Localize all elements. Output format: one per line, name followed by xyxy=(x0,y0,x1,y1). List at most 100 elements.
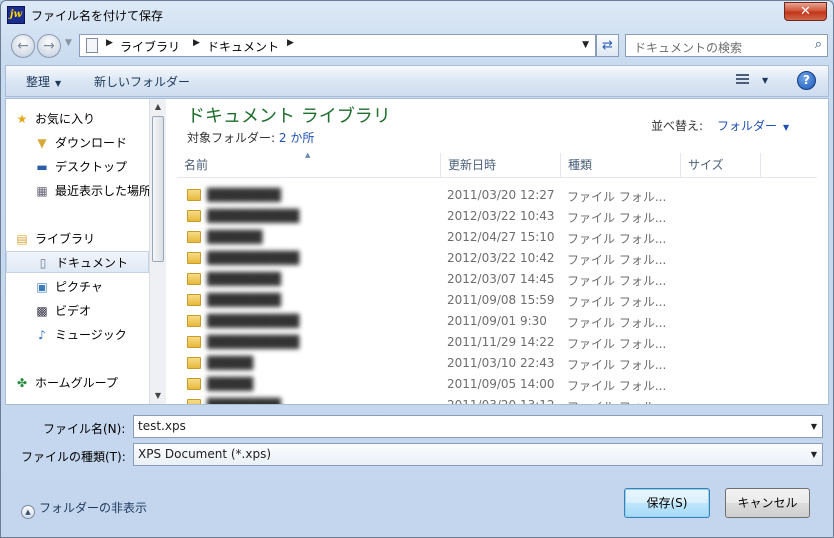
nav-item-label: ライブラリ xyxy=(35,232,96,246)
locations-link[interactable]: 2 か所 xyxy=(279,131,314,145)
refresh-button[interactable]: ⇄ xyxy=(596,34,619,57)
scroll-down-icon[interactable]: ▼ xyxy=(150,388,166,404)
close-button[interactable]: ✕ xyxy=(784,2,827,21)
folder-icon xyxy=(187,273,201,285)
file-type: ファイル フォル... xyxy=(567,337,667,351)
back-button[interactable]: ← xyxy=(11,34,35,58)
nav-item-label: 最近表示した場所 xyxy=(55,184,149,198)
nav-item-videos[interactable]: ▩ ビデオ xyxy=(6,300,149,322)
file-type: ファイル フォル... xyxy=(567,211,667,225)
library-icon: ▤ xyxy=(16,232,28,246)
file-row[interactable]: ████████ 2012/03/07 14:45 ファイル フォル... xyxy=(177,269,817,290)
nav-item-recent-places[interactable]: ▦ 最近表示した場所 xyxy=(6,180,149,202)
nav-item-desktop[interactable]: ▬ デスクトップ xyxy=(6,156,149,178)
refresh-icon: ⇄ xyxy=(602,38,613,53)
file-row[interactable]: █████ 2011/03/10 22:43 ファイル フォル... xyxy=(177,353,817,374)
column-header-row: 名前 更新日時 種類 サイズ xyxy=(177,153,817,178)
file-type: ファイル フォル... xyxy=(567,274,667,288)
file-name: ████████ xyxy=(207,272,281,286)
nav-item-pictures[interactable]: ▣ ピクチャ xyxy=(6,276,149,298)
file-modified: 2012/03/07 14:45 xyxy=(447,272,555,286)
breadcrumb-library[interactable]: ライブラリ xyxy=(120,38,180,55)
chevron-down-icon[interactable]: ▼ xyxy=(811,416,817,437)
filetype-select[interactable]: XPS Document (*.xps) ▼ xyxy=(133,443,823,466)
nav-item-documents[interactable]: ▯ ドキュメント xyxy=(6,251,149,273)
window-title: ファイル名を付けて保存 xyxy=(31,9,164,23)
video-icon: ▩ xyxy=(36,304,48,318)
organize-button[interactable]: 整理 ▼ xyxy=(26,73,61,90)
nav-item-favorites[interactable]: ★ お気に入り xyxy=(6,108,149,130)
scrollbar-thumb[interactable] xyxy=(152,116,164,262)
music-icon: ♪ xyxy=(38,328,46,342)
file-row[interactable]: ██████████ 2011/11/29 14:22 ファイル フォル... xyxy=(177,332,817,353)
save-button[interactable]: 保存(S) xyxy=(624,488,710,518)
filetype-label: ファイルの種類(T): xyxy=(21,450,126,464)
breadcrumb-documents[interactable]: ドキュメント xyxy=(207,38,279,55)
homegroup-icon: ✤ xyxy=(16,376,28,390)
file-row[interactable]: ████████ 2011/03/20 12:27 ファイル フォル... xyxy=(177,185,817,206)
search-input[interactable]: ドキュメントの検索 ⌕ xyxy=(625,34,828,57)
nav-item-label: お気に入り xyxy=(35,112,96,126)
search-placeholder: ドキュメントの検索 xyxy=(634,41,743,55)
folder-icon xyxy=(187,210,201,222)
filename-input[interactable]: test.xps ▼ xyxy=(133,415,823,438)
breadcrumb-chevron-icon[interactable]: ▶ xyxy=(106,38,113,48)
file-modified: 2012/04/27 15:10 xyxy=(447,230,555,244)
nav-item-homegroup[interactable]: ✤ ホームグループ xyxy=(6,372,149,394)
star-icon: ★ xyxy=(16,112,28,126)
nav-item-downloads[interactable]: ▼ ダウンロード xyxy=(6,132,149,154)
forward-button[interactable]: → xyxy=(37,34,61,58)
sort-label: 並べ替え: xyxy=(651,119,704,133)
chevron-down-icon[interactable]: ▼ xyxy=(811,444,817,465)
column-header-size[interactable]: サイズ xyxy=(681,153,761,178)
breadcrumb-chevron-icon[interactable]: ▶ xyxy=(287,38,294,48)
column-header-name[interactable]: 名前 xyxy=(177,153,441,178)
file-name: █████ xyxy=(207,356,254,370)
hide-folders-toggle[interactable]: ▲ フォルダーの非表示 xyxy=(21,499,147,519)
file-row[interactable]: ████████ 2011/03/20 13:12 ファイル フォル... xyxy=(177,395,817,404)
folder-icon xyxy=(187,336,201,348)
file-type: ファイル フォル... xyxy=(567,253,667,267)
back-arrow-icon: ← xyxy=(17,38,29,54)
column-header-type[interactable]: 種類 xyxy=(561,153,681,178)
recent-pages-dropdown[interactable]: ▼ xyxy=(65,38,72,48)
file-row[interactable]: ████████ 2011/09/08 15:59 ファイル フォル... xyxy=(177,290,817,311)
address-bar[interactable]: ▶ ライブラリ ▶ ドキュメント ▶ ▼ xyxy=(79,34,596,57)
sort-dropdown[interactable]: フォルダー ▼ xyxy=(717,117,789,134)
view-dropdown-icon[interactable]: ▼ xyxy=(762,76,768,85)
scroll-up-icon[interactable]: ▲ xyxy=(150,99,166,115)
file-row[interactable]: ██████████ 2012/03/22 10:43 ファイル フォル... xyxy=(177,206,817,227)
file-name: █████ xyxy=(207,377,254,391)
navigation-pane: ★ お気に入り ▼ ダウンロード ▬ デスクトップ ▦ 最近表示した場所 ▤ ライブラリ … xyxy=(6,99,149,404)
file-name: ██████████ xyxy=(207,314,300,328)
sort-value: フォルダー xyxy=(717,119,778,133)
column-header-modified[interactable]: 更新日時 xyxy=(441,153,561,178)
file-row[interactable]: ██████████ 2012/03/22 10:42 ファイル フォル... xyxy=(177,248,817,269)
nav-item-music[interactable]: ♪ ミュージック xyxy=(6,324,149,346)
library-title: ドキュメント ライブラリ xyxy=(187,106,391,127)
file-row[interactable]: █████ 2011/09/05 14:00 ファイル フォル... xyxy=(177,374,817,395)
folder-icon xyxy=(187,294,201,306)
help-icon[interactable]: ? xyxy=(797,71,816,90)
nav-item-label: ビデオ xyxy=(55,304,92,318)
nav-item-libraries[interactable]: ▤ ライブラリ xyxy=(6,228,149,250)
folder-icon xyxy=(187,378,201,390)
filetype-value: XPS Document (*.xps) xyxy=(138,447,272,461)
search-icon[interactable]: ⌕ xyxy=(815,37,822,52)
cancel-button[interactable]: キャンセル xyxy=(725,488,810,518)
address-dropdown-icon[interactable]: ▼ xyxy=(582,40,589,50)
filename-value: test.xps xyxy=(138,419,186,433)
chevron-up-icon: ▲ xyxy=(21,505,35,519)
breadcrumb-chevron-icon[interactable]: ▶ xyxy=(193,38,200,48)
file-row[interactable]: ██████ 2012/04/27 15:10 ファイル フォル... xyxy=(177,227,817,248)
nav-item-label: ピクチャ xyxy=(55,280,103,294)
view-options-icon[interactable] xyxy=(736,72,752,86)
file-row[interactable]: ██████████ 2011/09/01 9:30 ファイル フォル... xyxy=(177,311,817,332)
save-as-dialog: jw ファイル名を付けて保存 ✕ ← → ▼ ▶ ライブラリ ▶ ドキュメント … xyxy=(0,0,834,538)
library-locations: 対象フォルダー: 2 か所 xyxy=(187,129,314,146)
navigation-scrollbar[interactable]: ▲ ▼ xyxy=(149,99,166,404)
recent-places-icon: ▦ xyxy=(36,184,48,198)
file-modified: 2012/03/22 10:43 xyxy=(447,209,555,223)
filename-label: ファイル名(N): xyxy=(43,422,126,436)
new-folder-button[interactable]: 新しいフォルダー xyxy=(94,73,190,90)
